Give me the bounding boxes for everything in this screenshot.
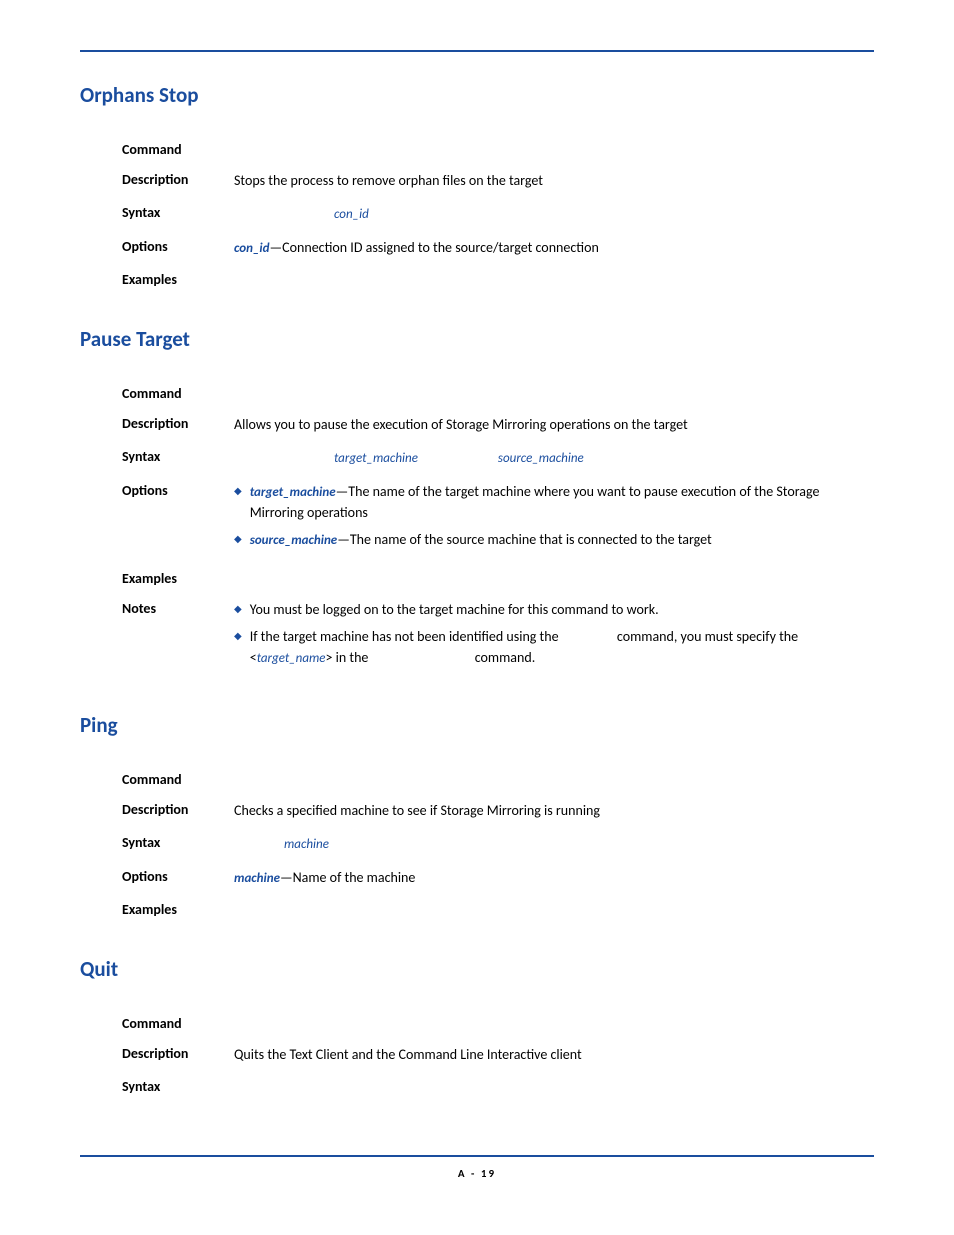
row-label-description: Description — [122, 170, 234, 188]
option-item: target_machine—The name of the target ma… — [250, 481, 874, 524]
row-label-syntax: Syntax — [122, 833, 234, 851]
ping-block: Command Description Checks a specified m… — [122, 770, 874, 918]
note-item: If the target machine has not been ident… — [250, 626, 874, 669]
note-item: You must be logged on to the target mach… — [250, 599, 659, 620]
quit-block: Command Description Quits the Text Clien… — [122, 1014, 874, 1095]
option-desc: —The name of the source machine that is … — [337, 531, 712, 548]
description-text: Quits the Text Client and the Command Li… — [234, 1044, 874, 1065]
note-frag: If the target machine has not been ident… — [250, 628, 562, 645]
option-desc: —The name of the target machine where yo… — [250, 483, 820, 522]
option-keyword: con_id — [234, 241, 269, 256]
syntax-param: machine — [284, 837, 329, 852]
option-keyword: target_machine — [250, 485, 336, 500]
section-title-ping: Ping — [80, 712, 874, 738]
row-label-examples: Examples — [122, 900, 234, 918]
row-label-syntax: Syntax — [122, 1077, 234, 1095]
row-label-examples: Examples — [122, 270, 234, 288]
bottom-rule — [80, 1155, 874, 1157]
document-page: Orphans Stop Command Description Stops t… — [0, 0, 954, 1210]
syntax-line: con_id — [234, 203, 874, 225]
page-footer: A - 19 — [80, 1167, 874, 1180]
orphans-stop-block: Command Description Stops the process to… — [122, 140, 874, 288]
option-keyword: machine — [234, 871, 280, 886]
option-item: source_machine—The name of the source ma… — [250, 529, 712, 551]
row-label-syntax: Syntax — [122, 447, 234, 465]
note-param: target_name — [257, 651, 326, 666]
description-text: Checks a specified machine to see if Sto… — [234, 800, 874, 821]
description-text: Allows you to pause the execution of Sto… — [234, 414, 874, 435]
bullet-icon: ◆ — [234, 599, 242, 619]
section-title-orphans-stop: Orphans Stop — [80, 82, 874, 108]
row-label-description: Description — [122, 414, 234, 432]
row-label-syntax: Syntax — [122, 203, 234, 221]
row-label-command: Command — [122, 384, 234, 402]
description-text: Stops the process to remove orphan files… — [234, 170, 874, 191]
notes-list: ◆ You must be logged on to the target ma… — [234, 599, 874, 675]
section-title-quit: Quit — [80, 956, 874, 982]
row-label-description: Description — [122, 1044, 234, 1062]
options-text: machine—Name of the machine — [234, 867, 874, 889]
syntax-line: target_machine source_machine — [234, 447, 874, 469]
options-text: con_id—Connection ID assigned to the sou… — [234, 237, 874, 259]
pause-target-block: Command Description Allows you to pause … — [122, 384, 874, 674]
row-label-command: Command — [122, 140, 234, 158]
row-label-options: Options — [122, 867, 234, 885]
row-label-examples: Examples — [122, 569, 234, 587]
row-label-command: Command — [122, 1014, 234, 1032]
note-frag: > in the — [326, 649, 372, 666]
row-label-options: Options — [122, 481, 234, 499]
options-list: ◆ target_machine—The name of the target … — [234, 481, 874, 557]
syntax-param-2: source_machine — [498, 451, 584, 466]
row-label-notes: Notes — [122, 599, 234, 617]
bullet-icon: ◆ — [234, 529, 242, 549]
row-label-description: Description — [122, 800, 234, 818]
option-desc: —Connection ID assigned to the source/ta… — [269, 239, 598, 256]
syntax-line: machine — [234, 833, 874, 855]
syntax-param-1: target_machine — [334, 451, 418, 466]
syntax-param: con_id — [334, 207, 369, 222]
option-keyword: source_machine — [250, 533, 337, 548]
note-frag: command. — [472, 649, 536, 666]
row-label-command: Command — [122, 770, 234, 788]
option-desc: —Name of the machine — [280, 869, 415, 886]
bullet-icon: ◆ — [234, 626, 242, 646]
row-label-options: Options — [122, 237, 234, 255]
top-rule — [80, 50, 874, 52]
bullet-icon: ◆ — [234, 481, 242, 501]
section-title-pause-target: Pause Target — [80, 326, 874, 352]
